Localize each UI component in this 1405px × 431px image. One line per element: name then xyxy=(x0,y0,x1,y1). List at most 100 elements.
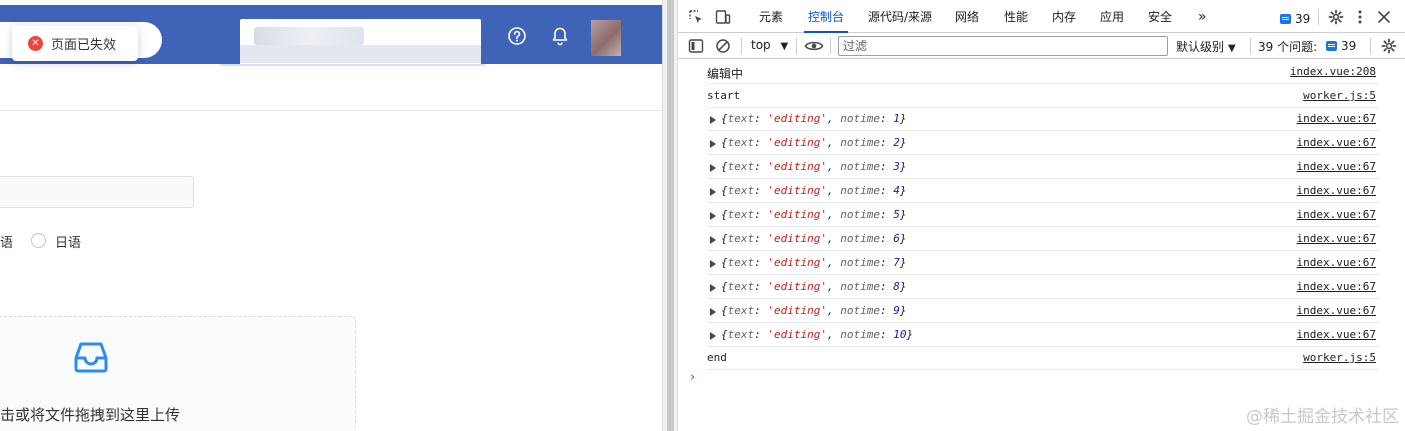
log-source-link[interactable]: index.vue:67 xyxy=(1297,256,1376,269)
log-source-link[interactable]: worker.js:5 xyxy=(1303,351,1376,364)
console-log-row[interactable]: {text: 'editing', notime: 1} index.vue:67 xyxy=(707,107,1379,131)
log-object: {text: 'editing', notime: 4} xyxy=(721,184,906,197)
scrollbar-thumb[interactable] xyxy=(667,0,674,431)
close-icon[interactable] xyxy=(1376,9,1392,25)
log-punctuation: : xyxy=(754,184,768,197)
inspect-element-icon[interactable] xyxy=(688,9,704,25)
log-level-select[interactable]: 默认级别 ▼ xyxy=(1176,38,1236,55)
console-log-row[interactable]: {text: 'editing', notime: 7} index.vue:67 xyxy=(707,251,1379,275)
text-input[interactable] xyxy=(0,176,194,208)
more-tabs-icon[interactable]: » xyxy=(1198,0,1207,33)
console-log-row[interactable]: {text: 'editing', notime: 4} index.vue:67 xyxy=(707,179,1379,203)
console-log-row[interactable]: {text: 'editing', notime: 3} index.vue:67 xyxy=(707,155,1379,179)
console-settings-icon[interactable] xyxy=(1381,38,1397,54)
more-vertical-icon[interactable] xyxy=(1352,9,1368,25)
log-key: notime xyxy=(840,280,880,293)
log-punctuation: } xyxy=(899,184,907,197)
log-string-value: 'editing' xyxy=(767,136,827,149)
screen: ✕ 页面已失效 语 日语 击或将文件拖拽到这里上传 元素 控制台 源代码/来源 … xyxy=(0,0,1405,431)
log-number-value: 4 xyxy=(893,184,900,197)
console-log-row[interactable]: {text: 'editing', notime: 10} index.vue:6… xyxy=(707,323,1379,347)
log-object: {text: 'editing', notime: 3} xyxy=(721,160,906,173)
toast-message: 页面已失效 xyxy=(51,38,117,53)
expand-triangle-icon[interactable] xyxy=(710,212,716,220)
blurred-content xyxy=(254,27,364,45)
log-punctuation: : xyxy=(754,280,768,293)
log-source-link[interactable]: index.vue:208 xyxy=(1290,65,1376,78)
expand-triangle-icon[interactable] xyxy=(710,164,716,172)
console-log-row[interactable]: {text: 'editing', notime: 2} index.vue:67 xyxy=(707,131,1379,155)
expand-triangle-icon[interactable] xyxy=(710,284,716,292)
log-number-value: 1 xyxy=(893,112,900,125)
log-punctuation: } xyxy=(899,256,907,269)
log-string-value: 'editing' xyxy=(767,160,827,173)
log-key: text xyxy=(727,208,755,221)
log-source-link[interactable]: index.vue:67 xyxy=(1297,184,1376,197)
log-source-link[interactable]: index.vue:67 xyxy=(1297,328,1376,341)
console-log-row[interactable]: {text: 'editing', notime: 9} index.vue:67 xyxy=(707,299,1379,323)
log-punctuation: { xyxy=(721,136,728,149)
expand-triangle-icon[interactable] xyxy=(710,116,716,124)
console-log-row[interactable]: {text: 'editing', notime: 5} index.vue:67 xyxy=(707,203,1379,227)
question-circle-icon[interactable] xyxy=(506,25,528,47)
expand-triangle-icon[interactable] xyxy=(710,140,716,148)
tab-security[interactable]: 安全 xyxy=(1148,0,1172,33)
tab-performance[interactable]: 性能 xyxy=(1004,0,1028,33)
panel-splitter[interactable] xyxy=(662,0,678,431)
expand-triangle-icon[interactable] xyxy=(710,308,716,316)
log-punctuation: } xyxy=(899,280,907,293)
devtools-panel: 元素 控制台 源代码/来源 网络 性能 内存 应用 安全 » 39 top ▼ … xyxy=(678,0,1405,431)
tab-console[interactable]: 控制台 xyxy=(803,0,849,33)
upload-hint: 击或将文件拖拽到这里上传 xyxy=(0,406,181,424)
expand-triangle-icon[interactable] xyxy=(710,332,716,340)
log-source-link[interactable]: index.vue:67 xyxy=(1297,208,1376,221)
expand-triangle-icon[interactable] xyxy=(710,260,716,268)
log-number-value: 8 xyxy=(893,280,900,293)
settings-gear-icon[interactable] xyxy=(1328,9,1344,25)
issues-badge[interactable]: 39 xyxy=(1326,39,1356,53)
bell-icon[interactable] xyxy=(549,25,571,47)
header-search-box[interactable] xyxy=(240,19,481,65)
context-select[interactable]: top ▼ xyxy=(751,38,788,52)
divider xyxy=(0,110,662,111)
log-key: notime xyxy=(840,256,880,269)
log-punctuation: } xyxy=(899,208,907,221)
eye-icon[interactable] xyxy=(804,38,824,54)
log-string-value: 'editing' xyxy=(767,304,827,317)
log-key: notime xyxy=(840,208,880,221)
log-key: text xyxy=(727,256,755,269)
log-punctuation: : xyxy=(879,136,894,149)
log-object: {text: 'editing', notime: 5} xyxy=(721,208,906,221)
log-key: text xyxy=(727,304,755,317)
message-icon xyxy=(1280,14,1291,24)
tab-sources[interactable]: 源代码/来源 xyxy=(868,0,932,33)
log-source-link[interactable]: index.vue:67 xyxy=(1297,112,1376,125)
console-log-row[interactable]: {text: 'editing', notime: 8} index.vue:67 xyxy=(707,275,1379,299)
filter-input[interactable]: 过滤 xyxy=(838,36,1168,56)
separator xyxy=(1250,38,1251,54)
tab-network[interactable]: 网络 xyxy=(955,0,979,33)
device-toolbar-icon[interactable] xyxy=(715,9,731,25)
issues-summary[interactable]: 39 个问题: xyxy=(1258,38,1317,55)
log-source-link[interactable]: index.vue:67 xyxy=(1297,232,1376,245)
log-punctuation: : xyxy=(754,112,768,125)
tab-memory[interactable]: 内存 xyxy=(1052,0,1076,33)
clear-console-icon[interactable] xyxy=(715,38,731,54)
console-log-row[interactable]: {text: 'editing', notime: 6} index.vue:67 xyxy=(707,227,1379,251)
tab-application[interactable]: 应用 xyxy=(1100,0,1124,33)
tab-elements[interactable]: 元素 xyxy=(759,0,783,33)
console-prompt[interactable]: › xyxy=(690,370,695,385)
log-source-link[interactable]: worker.js:5 xyxy=(1303,89,1376,102)
expand-triangle-icon[interactable] xyxy=(710,188,716,196)
log-source-link[interactable]: index.vue:67 xyxy=(1297,304,1376,317)
log-source-link[interactable]: index.vue:67 xyxy=(1297,136,1376,149)
log-object: {text: 'editing', notime: 10} xyxy=(721,328,913,341)
log-source-link[interactable]: index.vue:67 xyxy=(1297,160,1376,173)
web-app-pane: ✕ 页面已失效 语 日语 击或将文件拖拽到这里上传 xyxy=(0,0,662,431)
log-source-link[interactable]: index.vue:67 xyxy=(1297,280,1376,293)
expand-triangle-icon[interactable] xyxy=(710,236,716,244)
avatar[interactable] xyxy=(591,20,621,56)
issues-badge[interactable]: 39 xyxy=(1280,12,1310,26)
radio-button[interactable] xyxy=(31,233,46,248)
sidebar-toggle-icon[interactable] xyxy=(688,38,704,54)
